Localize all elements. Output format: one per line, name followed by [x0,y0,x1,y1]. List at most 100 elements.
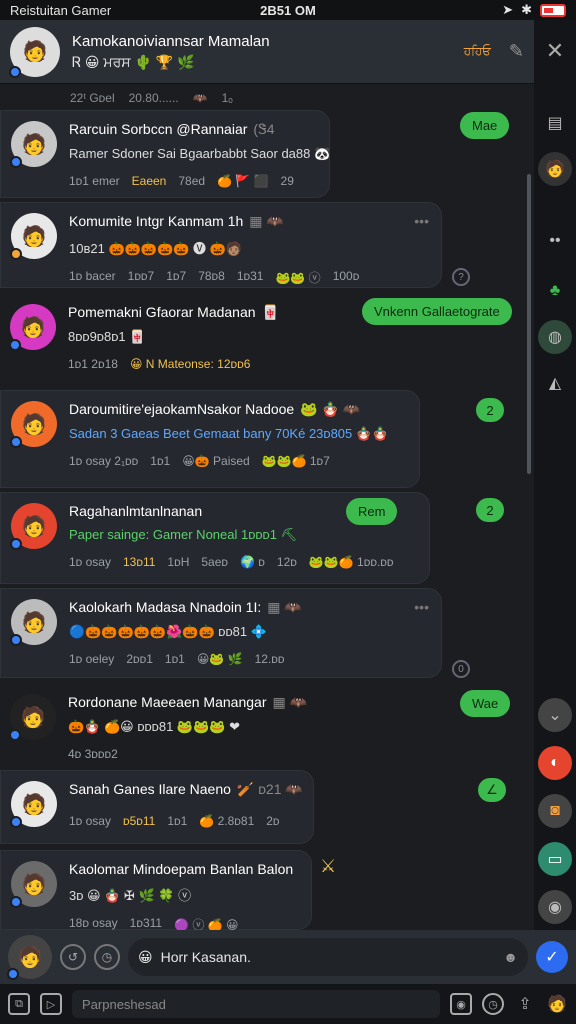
unread-count[interactable]: 2 [476,398,504,422]
message-feed[interactable]: 22ᵗ Gᴅel 20.80...... 🦇 1ₒ 🧑 Rarcuin Sorb… [0,84,534,930]
right-rail: ✕ ▤ 🧑 •• ♣ ◍ ◭ ⌄ ◐ ◙ ▭ ◉ [534,20,576,930]
reply-count-icon[interactable]: ? [452,268,470,286]
secondary-input[interactable]: Parpneshesad [72,990,440,1018]
edit-icon[interactable]: ✎ [509,41,524,62]
export-icon[interactable]: ▷ [40,993,62,1015]
sender-avatar[interactable]: 🧑 [10,861,57,908]
reply-count-icon[interactable]: 0 [452,660,470,678]
scrollbar[interactable] [527,174,531,474]
online-badge [9,729,21,741]
meta-3: 5aeᴅ [201,555,229,569]
sender-avatar[interactable]: 🧑 [10,121,57,168]
top-meta-3: 1ₒ [221,91,233,105]
avatar-face-icon: 🧑 [20,706,46,729]
compass-icon[interactable]: ◐ [538,746,572,780]
sender-name-text: Rarcuin Sorbccn @Rannaiar [69,121,248,137]
sender-name[interactable]: Daroumitire'ejaokamNsakor Nadooe 🐸 🪆 🦇 [69,401,409,418]
meta-1: ᴅ5ᴅ11 [122,814,156,828]
name-icon: (Ꮥ4 [253,121,275,137]
sender-name[interactable]: Pomemakni Gfaorar Madanan 🀄 [68,304,330,321]
game-icon[interactable]: ◙ [538,794,572,828]
outgoing-bubble[interactable]: Wae [460,690,511,717]
status-time: 2B51 OM [260,2,316,18]
record-icon[interactable]: ◉ [538,890,572,924]
outgoing-bubble[interactable]: Mae [460,112,510,139]
meta-4: 🌍 ᴅ [240,555,265,569]
sender-name-text: Kaolokarh Madasa Nnadoin 1I: [69,599,262,615]
record-icon[interactable]: ◉ [450,993,472,1015]
clover-icon[interactable]: ♣ [540,276,570,306]
sender-name[interactable]: Komumite Intgr Kanmam 1h ▦ 🦇 [69,213,431,230]
sender-name[interactable]: Kaolokarh Madasa Nnadoin 1I: ▦ 🦇 [69,599,431,616]
more-options-icon[interactable]: ••• [414,213,429,229]
meta-6: 100ᴅ [332,269,360,283]
message-card[interactable]: 🧑 Sanah Ganes Ilare Naeno 🏏 ᴅ21 🦇 1ᴅ osay… [0,770,314,844]
clock-icon[interactable]: ◷ [482,993,504,1015]
message-text: Paper sainge: Gamer Noneal 1ᴅᴅᴅ1 ⛏ [69,527,298,542]
online-badge [10,816,22,828]
timer-icon[interactable]: ◷ [94,944,120,970]
sender-avatar[interactable]: 🧑 [10,401,57,448]
battery-icon [540,3,566,17]
top-meta-1: 20.80...... [128,91,179,105]
chat-subtitle: Ꮢ 😀 ਮਰਸ 🌵 🏆 🌿 [72,53,195,70]
copy-icon[interactable]: ⧉ [8,993,30,1015]
emoji-icon[interactable]: 😀 [138,949,153,966]
message-input[interactable]: 😀 Horr Kasanan. ☻ [128,938,528,976]
message-card[interactable]: 🧑 Kaolokarh Madasa Nnadoin 1I: ▦ 🦇 🔵🎃🎃🎃🎃🎃… [0,588,442,678]
sender-name[interactable]: Rarcuin Sorbccn @Rannaiar (Ꮥ4 [69,121,319,138]
screen-icon[interactable]: ▭ [538,842,572,876]
message-card[interactable]: 🧑 Rarcuin Sorbccn @Rannaiar (Ꮥ4 Ramer Sdo… [0,110,330,198]
more-options-icon[interactable]: ••• [414,599,429,615]
unread-count[interactable]: ∠ [478,778,506,802]
message-card[interactable]: 🧑 Rordonane Maeeaen Manangar ▦ 🦇 🎃🪆 🍊😀 ᴅᴅ… [0,684,340,764]
meta-1: 1ᴅ311 [129,916,163,930]
undo-icon[interactable]: ↺ [60,944,86,970]
chat-header: 🧑 Kamokanoiviannsar Mamalan Ꮢ 😀 ਮਰਸ 🌵 🏆 … [0,20,534,84]
message-card[interactable]: 🧑 Pomemakni Gfaorar Madanan 🀄 8ᴅᴅ9ᴅ8ᴅ1 🀄 … [0,294,340,386]
dots-icon[interactable]: •• [540,226,570,256]
sender-avatar[interactable]: 🧑 [10,599,57,646]
online-badge [10,156,22,168]
sender-name[interactable]: Rordonane Maeeaen Manangar ▦ 🦇 [68,694,330,711]
share-icon[interactable]: ⇪ [514,993,536,1015]
sticker-icon[interactable]: ☻ [503,949,518,965]
chat-avatar[interactable]: 🧑 [9,26,60,78]
sender-avatar[interactable]: 🧑 [9,694,56,741]
sender-name[interactable]: Sanah Ganes Ilare Naeno 🏏 ᴅ21 🦇 [69,781,303,798]
sender-avatar[interactable]: 🧑 [9,304,56,351]
profile-icon[interactable]: 🧑 [546,993,568,1015]
sender-avatar[interactable]: 🧑 [10,781,57,828]
my-avatar[interactable]: 🧑 [7,935,52,980]
message-meta: 4ᴅ 3ᴅᴅᴅ2 [68,747,330,761]
feed-top-meta: 22ᵗ Gᴅel 20.80...... 🦇 1ₒ [0,86,534,110]
message-card[interactable]: 🧑 Kaolomar Mindoepam Banlan Balon 3ᴅ 😀 🪆… [0,850,312,930]
avatar-face-icon: 🧑 [21,793,47,816]
message-text: 🎃🪆 🍊😀 ᴅᴅᴅ81 🐸🐸🐸 ❤ [68,719,240,734]
outgoing-bubble[interactable]: Vnkenn Gallaetograte [362,298,512,325]
outgoing-bubble[interactable]: Rem [346,498,398,525]
avatar-face-icon: 🧑 [21,515,47,538]
unread-count[interactable]: 2 [476,498,504,522]
sender-name[interactable]: Kaolomar Mindoepam Banlan Balon [69,861,301,877]
globe-icon[interactable]: ◍ [538,320,572,354]
sender-avatar[interactable]: 🧑 [10,213,57,260]
close-icon[interactable]: ✕ [540,36,570,66]
message-text: 3ᴅ 😀 🪆 ✠ 🌿 🍀 ⓥ [69,888,192,903]
avatar-face-icon: 🧑 [22,41,48,63]
online-badge [9,65,21,78]
rail-avatar[interactable]: 🧑 [538,152,572,186]
chevron-down-icon[interactable]: ⌄ [538,698,572,732]
message-text: Ramer Sdoner Sai Bgaarbabbt Saor da88 🐼 [69,146,331,161]
chat-title[interactable]: Kamokanoiviannsar Mamalan [72,33,464,50]
triangle-icon[interactable]: ◭ [540,368,570,398]
notes-icon[interactable]: ▤ [540,108,570,138]
sender-avatar[interactable]: 🧑 [10,503,57,550]
message-card[interactable]: 🧑 Daroumitire'ejaokamNsakor Nadooe 🐸 🪆 🦇 … [0,390,420,488]
meta-0: 1ᴅ1 2ᴅ18 [68,357,118,371]
message-card[interactable]: 🧑 Komumite Intgr Kanmam 1h ▦ 🦇 10ʙ21 🎃🎃🎃🎃… [0,202,442,288]
send-button[interactable]: ✓ [536,941,568,973]
meta-4: 2ᴅ [266,814,280,828]
meta-4: 29 [280,174,294,188]
crossed-swords-icon[interactable]: ⚔ [320,856,336,877]
